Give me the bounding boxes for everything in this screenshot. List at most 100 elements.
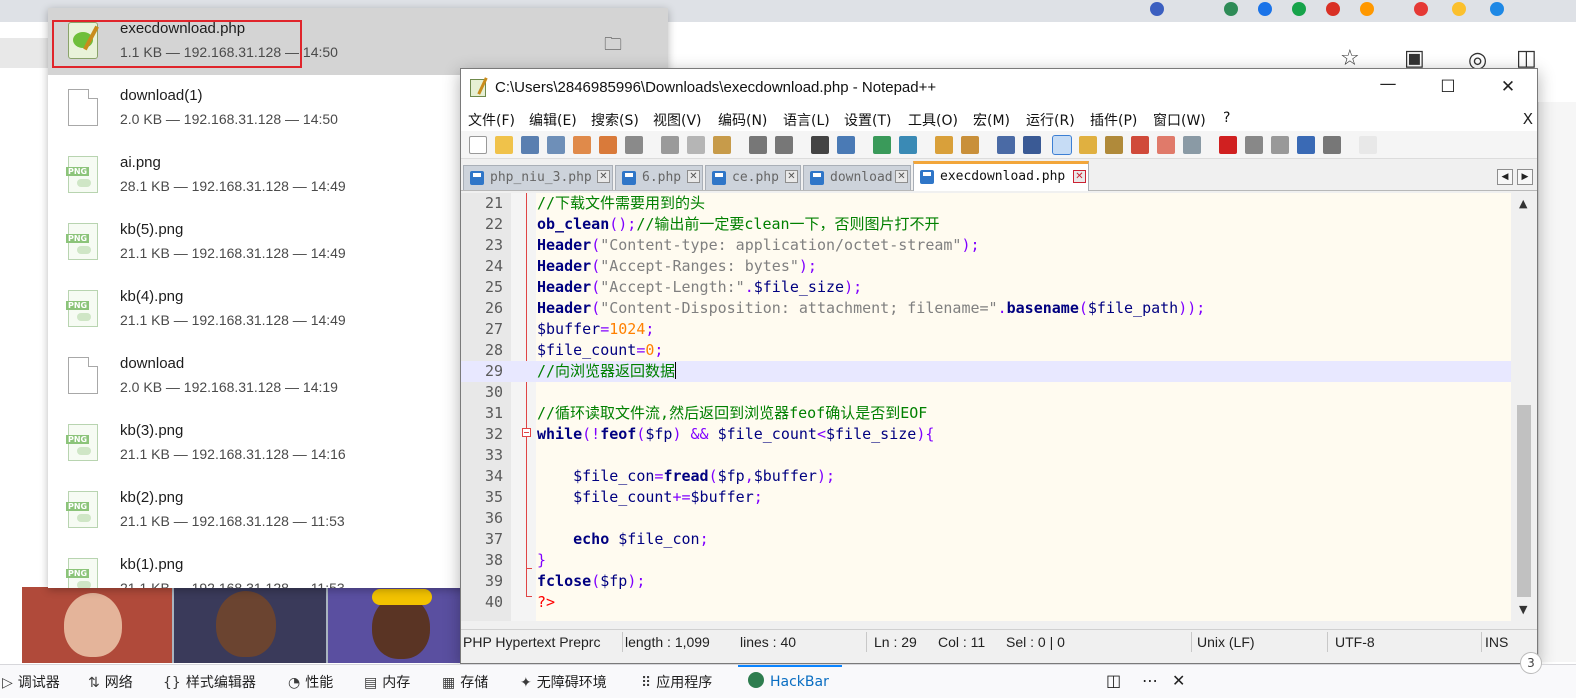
play-macro-icon[interactable]: [1271, 136, 1289, 154]
show-all-chars-icon[interactable]: [1023, 136, 1041, 154]
menu-file[interactable]: 文件(F): [468, 110, 515, 130]
indent-guide-icon[interactable]: [1052, 135, 1072, 155]
replace-icon[interactable]: [837, 136, 855, 154]
function-list-icon[interactable]: [1131, 136, 1149, 154]
png-file-icon: PNG: [66, 156, 98, 193]
saved-file-icon: [920, 170, 934, 184]
code-text: Header("Content-Disposition: attachment;…: [537, 299, 1206, 317]
folder-workspace-icon[interactable]: [1157, 136, 1175, 154]
line-number: 28: [484, 341, 503, 359]
menu-encoding[interactable]: 编码(N): [718, 110, 767, 130]
active-tab-indicator: [738, 665, 842, 667]
open-folder-icon[interactable]: 🗀: [604, 32, 622, 62]
status-line-number: Ln : 29: [874, 634, 917, 650]
save-icon[interactable]: [521, 136, 539, 154]
maximize-icon[interactable]: ☐: [1435, 77, 1461, 97]
close-all-icon[interactable]: [599, 136, 617, 154]
network-icon: ⇅: [88, 675, 100, 691]
tab-php-niu-3[interactable]: php_niu_3.php ✕: [463, 165, 613, 190]
paste-icon[interactable]: [713, 136, 731, 154]
close-devtools-icon[interactable]: ✕: [1172, 671, 1185, 690]
close-icon[interactable]: ✕: [1495, 77, 1521, 97]
record-macro-icon[interactable]: [1219, 136, 1237, 154]
file-icon: [68, 357, 98, 394]
undo-icon[interactable]: [749, 136, 767, 154]
notification-badge[interactable]: 3: [1520, 652, 1542, 674]
zoom-in-icon[interactable]: [873, 136, 891, 154]
spell-check-icon[interactable]: [1359, 136, 1377, 154]
menu-language[interactable]: 语言(L): [783, 110, 830, 130]
devtools-tab-accessibility[interactable]: ✦ 无障碍环境: [520, 672, 607, 692]
scroll-down-icon[interactable]: ▼: [1519, 603, 1527, 616]
menu-tools[interactable]: 工具(O): [908, 110, 958, 130]
more-options-icon[interactable]: ⋯: [1142, 671, 1158, 690]
vertical-scrollbar[interactable]: ▲ ▼: [1511, 193, 1537, 621]
find-icon[interactable]: [811, 136, 829, 154]
saved-file-icon: [810, 171, 824, 185]
tab-ce-php[interactable]: ce.php ✕: [705, 165, 801, 190]
close-document-icon[interactable]: X: [1523, 110, 1533, 128]
tab-close-icon[interactable]: ✕: [785, 170, 798, 183]
udl-icon[interactable]: [1079, 136, 1097, 154]
menu-plugins[interactable]: 插件(P): [1090, 110, 1137, 130]
devtools-tab-hackbar[interactable]: HackBar: [748, 672, 829, 690]
tab-scroll-left-icon[interactable]: ◀: [1497, 169, 1513, 185]
menu-search[interactable]: 搜索(S): [591, 110, 639, 130]
save-macro-icon[interactable]: [1323, 136, 1341, 154]
devtools-tab-style-editor[interactable]: {} 样式编辑器: [163, 672, 256, 692]
tab-scroll-right-icon[interactable]: ▶: [1517, 169, 1533, 185]
dock-side-icon[interactable]: ◫: [1106, 671, 1121, 690]
tab-6-php[interactable]: 6.php ✕: [615, 165, 703, 190]
menu-window[interactable]: 窗口(W): [1153, 110, 1206, 130]
copy-icon[interactable]: [687, 136, 705, 154]
status-column: Col : 11: [938, 634, 986, 650]
stop-macro-icon[interactable]: [1245, 136, 1263, 154]
tab-close-icon[interactable]: ✕: [1073, 170, 1086, 183]
window-titlebar[interactable]: C:\Users\2846985996\Downloads\execdownlo…: [461, 69, 1537, 107]
line-number: 40: [484, 593, 503, 611]
close-file-icon[interactable]: [573, 136, 591, 154]
code-editor[interactable]: 21 //下载文件需要用到的头 22 ob_clean();//输出前一定要cl…: [461, 193, 1537, 621]
line-number: 30: [484, 383, 503, 401]
menu-macro[interactable]: 宏(M): [973, 110, 1010, 130]
menu-settings[interactable]: 设置(T): [844, 110, 891, 130]
devtools-tab-performance[interactable]: ◔ 性能: [288, 672, 333, 692]
line-number: 31: [484, 404, 503, 422]
menu-run[interactable]: 运行(R): [1026, 110, 1075, 130]
open-file-icon[interactable]: [495, 136, 513, 154]
print-icon[interactable]: [625, 136, 643, 154]
menu-view[interactable]: 视图(V): [653, 110, 702, 130]
redo-icon[interactable]: [775, 136, 793, 154]
devtools-tab-storage[interactable]: ▦ 存储: [442, 672, 488, 692]
tab-close-icon[interactable]: ✕: [597, 170, 610, 183]
minimize-icon[interactable]: —: [1375, 74, 1401, 94]
sync-vertical-icon[interactable]: [935, 136, 953, 154]
devtools-tab-memory[interactable]: ▤ 内存: [364, 672, 410, 692]
menu-edit[interactable]: 编辑(E): [529, 110, 577, 130]
download-filename: kb(3).png: [120, 422, 184, 439]
word-wrap-icon[interactable]: [997, 136, 1015, 154]
status-selection: Sel : 0 | 0: [1006, 634, 1065, 650]
sync-horizontal-icon[interactable]: [961, 136, 979, 154]
tab-label: ce.php: [732, 170, 779, 185]
scroll-up-icon[interactable]: ▲: [1519, 197, 1527, 210]
code-line: 34 $file_con=fread($fp,$buffer);: [461, 466, 1511, 487]
scrollbar-thumb[interactable]: [1517, 405, 1531, 597]
devtools-tab-application[interactable]: ⠿ 应用程序: [641, 672, 712, 692]
code-line: 30: [461, 382, 1511, 403]
devtools-tab-debugger[interactable]: ▷ 调试器: [2, 672, 60, 692]
monitoring-icon[interactable]: [1183, 136, 1201, 154]
save-all-icon[interactable]: [547, 136, 565, 154]
tab-execdownload-php[interactable]: execdownload.php ✕: [913, 161, 1089, 191]
doc-map-icon[interactable]: [1105, 136, 1123, 154]
devtools-tab-network[interactable]: ⇅ 网络: [88, 672, 133, 692]
tab-download[interactable]: download ✕: [803, 165, 911, 190]
tab-close-icon[interactable]: ✕: [687, 170, 700, 183]
zoom-out-icon[interactable]: [899, 136, 917, 154]
menu-help[interactable]: ?: [1223, 110, 1230, 126]
tab-close-icon[interactable]: ✕: [895, 170, 908, 183]
run-macro-multiple-icon[interactable]: [1297, 136, 1315, 154]
cut-icon[interactable]: [661, 136, 679, 154]
accessibility-icon: ✦: [520, 675, 532, 691]
new-file-icon[interactable]: [469, 136, 487, 154]
